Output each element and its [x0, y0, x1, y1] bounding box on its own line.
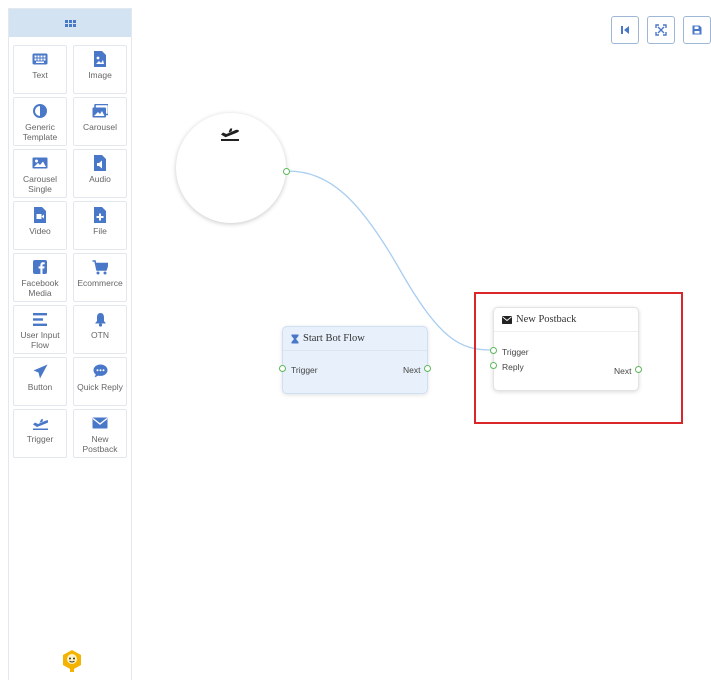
tile-label: Image	[88, 70, 112, 80]
tile-label: Carousel Single	[22, 174, 58, 194]
audio-file-icon	[92, 155, 108, 171]
tile-label: Facebook Media	[21, 278, 59, 298]
tile-image[interactable]: Image	[73, 45, 127, 94]
bot-avatar[interactable]	[61, 649, 83, 672]
facebook-icon	[32, 259, 48, 275]
file-plus-icon	[92, 207, 108, 223]
tile-label: Generic Template	[22, 122, 58, 142]
element-grid: Text Image Generic Template Carousel Car…	[13, 45, 129, 458]
tile-generic-template[interactable]: Generic Template	[13, 97, 67, 146]
node-header: Start Bot Flow	[283, 327, 427, 351]
plane-takeoff-icon	[221, 128, 239, 141]
tile-carousel-single[interactable]: Carousel Single	[13, 149, 67, 198]
save-icon	[692, 25, 702, 35]
tile-label: Text	[32, 70, 48, 80]
hourglass-icon	[291, 334, 299, 343]
tile-carousel[interactable]: Carousel	[73, 97, 127, 146]
start-bot-flow-node[interactable]: Start Bot Flow Trigger Next	[279, 326, 431, 394]
tile-otn[interactable]: OTN	[73, 305, 127, 354]
bell-icon	[92, 311, 108, 327]
port-label-trigger: Trigger	[291, 365, 318, 375]
trigger-circle-node[interactable]	[176, 113, 290, 223]
gallery-icon	[92, 103, 108, 119]
tile-video[interactable]: Video	[13, 201, 67, 250]
tile-file[interactable]: File	[73, 201, 127, 250]
lines-icon	[32, 311, 48, 327]
tile-facebook-media[interactable]: Facebook Media	[13, 253, 67, 302]
connection-wire	[286, 170, 493, 351]
port-label-next: Next	[403, 365, 421, 375]
tile-label: OTN	[91, 330, 109, 340]
plane-takeoff-icon	[32, 415, 48, 431]
first-page-button[interactable]	[611, 16, 639, 44]
image-file-icon	[92, 51, 108, 67]
envelope-icon	[92, 415, 108, 431]
cart-icon	[92, 259, 108, 275]
apps-grid-icon	[64, 19, 76, 27]
send-icon	[32, 363, 48, 379]
tile-button[interactable]: Button	[13, 357, 67, 406]
tile-label: Button	[27, 382, 53, 392]
tile-trigger[interactable]: Trigger	[13, 409, 67, 458]
sidebar-header[interactable]	[9, 9, 131, 37]
tile-text[interactable]: Text	[13, 45, 67, 94]
tile-label: Ecommerce	[77, 278, 123, 288]
picture-icon	[32, 155, 48, 171]
video-file-icon	[32, 207, 48, 223]
circle-output-port[interactable]	[283, 168, 290, 175]
tile-label: Audio	[89, 174, 111, 184]
node-title: Start Bot Flow	[303, 333, 365, 344]
first-page-icon	[621, 26, 629, 34]
tile-new-postback[interactable]: New Postback	[73, 409, 127, 458]
tile-label: User Input Flow	[20, 330, 60, 350]
tile-label: Carousel	[82, 122, 118, 132]
tile-label: Trigger	[26, 434, 54, 444]
chat-icon	[92, 363, 108, 379]
save-button[interactable]	[683, 16, 711, 44]
tile-label: File	[93, 226, 107, 236]
tile-audio[interactable]: Audio	[73, 149, 127, 198]
fit-view-icon	[655, 24, 667, 36]
element-sidebar: Text Image Generic Template Carousel Car…	[8, 8, 132, 680]
tile-label: Video	[29, 226, 51, 236]
start-output-port[interactable]	[424, 365, 431, 372]
tile-user-input-flow[interactable]: User Input Flow	[13, 305, 67, 354]
tile-ecommerce[interactable]: Ecommerce	[73, 253, 127, 302]
start-input-port[interactable]	[279, 365, 286, 372]
keyboard-icon	[32, 51, 48, 67]
tile-quick-reply[interactable]: Quick Reply	[73, 357, 127, 406]
half-circle-icon	[32, 103, 48, 119]
bot-avatar-icon	[63, 650, 81, 672]
highlight-box	[474, 292, 683, 424]
fit-view-button[interactable]	[647, 16, 675, 44]
tile-label: Quick Reply	[77, 382, 123, 392]
tile-label: New Postback	[82, 434, 118, 454]
